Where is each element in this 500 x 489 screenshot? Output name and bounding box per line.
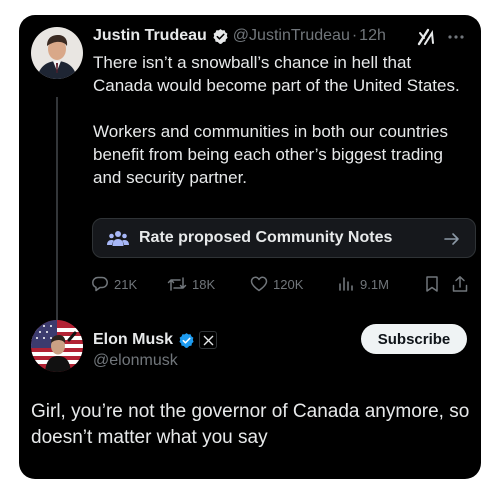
reply-button[interactable]: 21K bbox=[91, 275, 167, 293]
avatar-image-trudeau bbox=[31, 27, 83, 79]
views-count: 9.1M bbox=[360, 276, 389, 292]
reply-icon bbox=[91, 275, 109, 293]
tweet-paragraph: There isn’t a snowball’s chance in hell … bbox=[93, 53, 460, 95]
repost-count: 18K bbox=[192, 276, 216, 292]
share-icon[interactable] bbox=[451, 275, 469, 293]
community-notes-icon bbox=[107, 229, 129, 247]
like-icon bbox=[250, 275, 268, 293]
avatar-image-musk bbox=[31, 320, 83, 372]
verified-badge-icon bbox=[178, 332, 195, 349]
separator: · bbox=[351, 27, 358, 44]
views-button[interactable]: 9.1M bbox=[337, 275, 423, 293]
timestamp[interactable]: 12h bbox=[359, 27, 386, 45]
avatar[interactable] bbox=[31, 27, 83, 79]
avatar[interactable] bbox=[31, 320, 83, 372]
tweet-card: Justin Trudeau @JustinTrudeau · 12h Ther… bbox=[19, 15, 481, 479]
repost-icon bbox=[167, 275, 187, 293]
reply-author-name[interactable]: Elon Musk bbox=[93, 331, 173, 349]
author-handle[interactable]: @JustinTrudeau bbox=[233, 27, 350, 45]
reply-count: 21K bbox=[114, 276, 138, 292]
subscribe-button[interactable]: Subscribe bbox=[361, 324, 467, 354]
tweet-paragraph: Workers and communities in both our coun… bbox=[93, 122, 453, 187]
community-notes-label: Rate proposed Community Notes bbox=[139, 229, 393, 246]
grok-icon[interactable] bbox=[416, 27, 436, 47]
like-button[interactable]: 120K bbox=[250, 275, 337, 293]
reply-author-handle[interactable]: @elonmusk bbox=[93, 352, 178, 370]
views-icon bbox=[337, 275, 355, 293]
repost-button[interactable]: 18K bbox=[167, 275, 250, 293]
tweet-header: Justin Trudeau @JustinTrudeau · 12h bbox=[93, 25, 386, 47]
tweet-action-bar: 21K 18K 120K 9.1M bbox=[91, 273, 479, 295]
author-name[interactable]: Justin Trudeau bbox=[93, 27, 207, 45]
bookmark-icon[interactable] bbox=[423, 275, 451, 293]
more-icon[interactable] bbox=[446, 27, 466, 47]
reply-header: Elon Musk bbox=[93, 330, 218, 350]
thread-line bbox=[56, 97, 58, 325]
x-affiliate-icon bbox=[199, 331, 218, 349]
verified-badge-icon bbox=[212, 28, 229, 45]
rate-community-notes-button[interactable]: Rate proposed Community Notes bbox=[92, 218, 476, 258]
arrow-right-icon bbox=[443, 230, 461, 248]
reply-text: Girl, you’re not the governor of Canada … bbox=[31, 401, 470, 448]
tweet-text: There isn’t a snowball’s chance in hell … bbox=[93, 51, 473, 189]
like-count: 120K bbox=[273, 276, 304, 292]
